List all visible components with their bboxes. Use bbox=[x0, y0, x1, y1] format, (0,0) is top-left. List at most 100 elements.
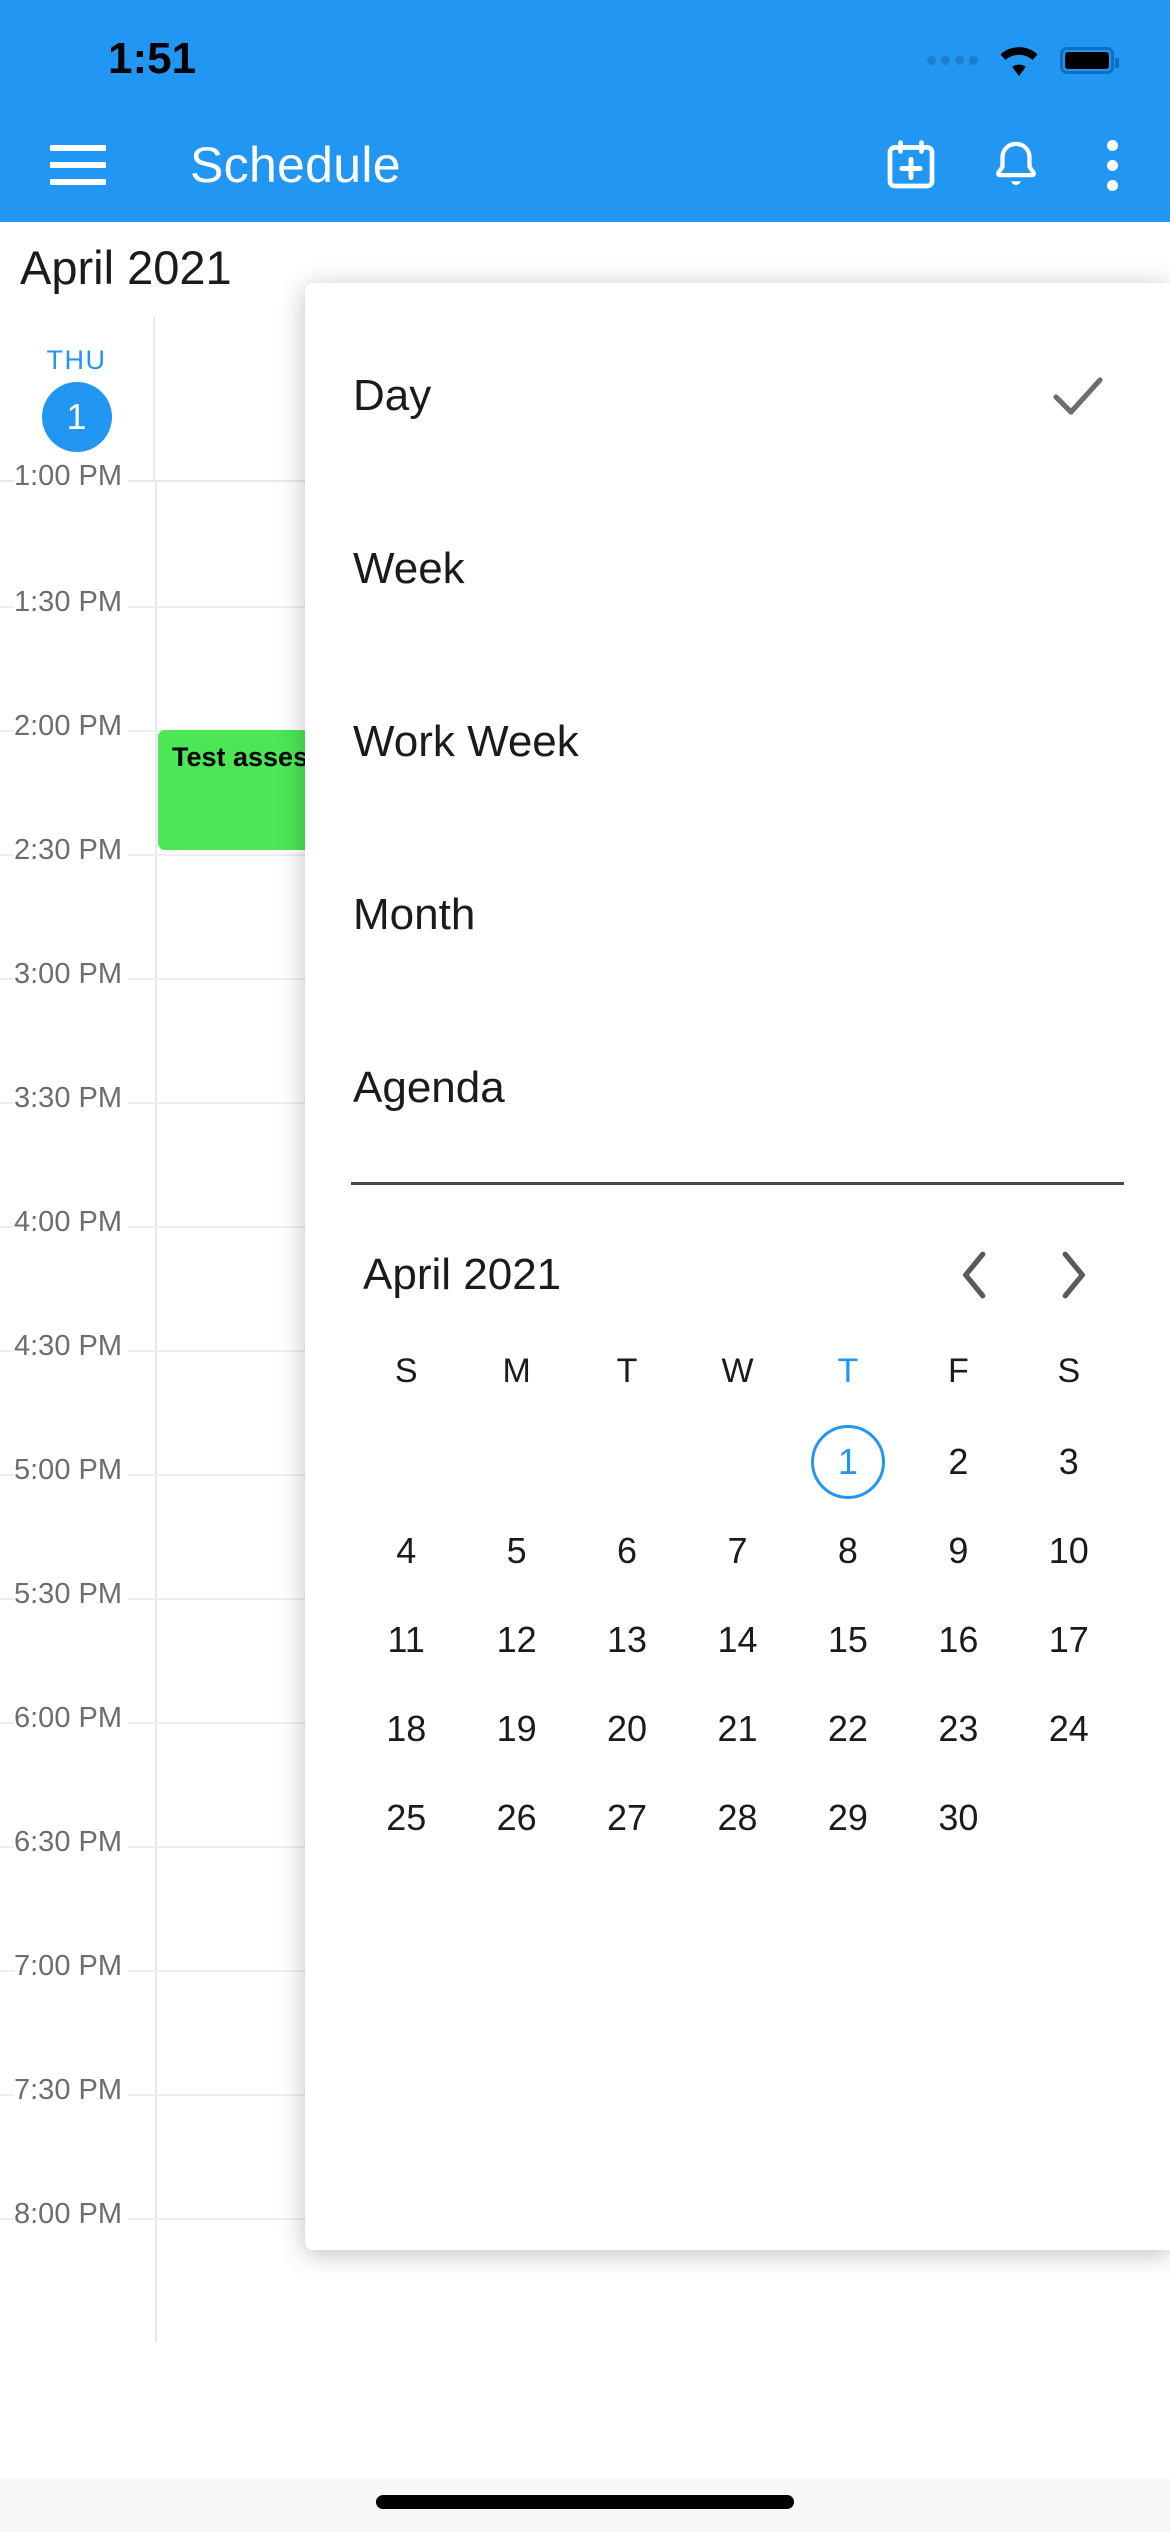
weekday-header: S bbox=[394, 1351, 418, 1390]
day-view-month-label: April 2021 bbox=[20, 241, 232, 294]
time-slot-label: 8:00 PM bbox=[14, 2198, 128, 2231]
time-gutter-line bbox=[155, 1104, 157, 1226]
wifi-icon bbox=[996, 43, 1042, 77]
time-gutter-line bbox=[155, 2096, 157, 2218]
menu-item-week[interactable]: Week bbox=[305, 482, 1170, 655]
date-cell[interactable]: 10 bbox=[1014, 1506, 1124, 1595]
time-slot-label: 5:00 PM bbox=[14, 1454, 128, 1487]
time-gutter-line bbox=[155, 1476, 157, 1598]
time-gutter-line bbox=[155, 980, 157, 1102]
battery-icon bbox=[1060, 46, 1119, 74]
chevron-left-icon[interactable] bbox=[950, 1243, 1000, 1307]
menu-item-label: Week bbox=[353, 543, 465, 593]
date-cell[interactable]: 1 bbox=[793, 1417, 903, 1506]
weekday-header: T bbox=[616, 1351, 638, 1390]
mini-calendar-weekday-row: SMTWTFS bbox=[351, 1325, 1124, 1417]
time-gutter-line bbox=[155, 1724, 157, 1846]
menu-item-label: Month bbox=[353, 889, 476, 939]
date-cell[interactable]: 8 bbox=[793, 1506, 903, 1595]
weekday-header: W bbox=[721, 1351, 754, 1390]
date-cell[interactable]: 28 bbox=[682, 1773, 792, 1862]
date-cell[interactable]: 9 bbox=[903, 1506, 1013, 1595]
view-menu-list: Day Week Work Week Month Agenda bbox=[305, 283, 1170, 1174]
time-slot-label: 2:00 PM bbox=[14, 710, 128, 743]
date-cell[interactable]: 14 bbox=[682, 1595, 792, 1684]
date-cell[interactable]: 24 bbox=[1014, 1684, 1124, 1773]
date-cell[interactable]: 15 bbox=[793, 1595, 903, 1684]
time-slot-label: 4:30 PM bbox=[14, 1330, 128, 1363]
menu-item-label: Agenda bbox=[353, 1062, 505, 1112]
hamburger-menu-icon[interactable] bbox=[50, 145, 106, 185]
menu-item-work-week[interactable]: Work Week bbox=[305, 655, 1170, 828]
date-cell[interactable]: 6 bbox=[572, 1506, 682, 1595]
signal-dots-icon bbox=[927, 55, 978, 65]
time-slot-label: 3:30 PM bbox=[14, 1082, 128, 1115]
time-slot-label: 2:30 PM bbox=[14, 834, 128, 867]
time-gutter-line bbox=[155, 608, 157, 730]
status-bar-clock: 1:51 bbox=[108, 34, 197, 83]
time-gutter-line bbox=[155, 482, 157, 606]
weekday-header: M bbox=[502, 1351, 531, 1390]
time-gutter-line bbox=[155, 732, 157, 854]
weekday-header: T bbox=[837, 1351, 859, 1390]
date-cell[interactable]: 22 bbox=[793, 1684, 903, 1773]
menu-item-agenda[interactable]: Agenda bbox=[305, 1001, 1170, 1174]
date-cell-empty bbox=[351, 1417, 461, 1506]
day-header-weekday: THU bbox=[46, 345, 107, 375]
date-cell[interactable]: 2 bbox=[903, 1417, 1013, 1506]
date-cell[interactable]: 17 bbox=[1014, 1595, 1124, 1684]
chevron-right-icon[interactable] bbox=[1048, 1243, 1098, 1307]
date-cell[interactable]: 20 bbox=[572, 1684, 682, 1773]
day-header-daynumber: 1 bbox=[41, 382, 112, 452]
day-header-column[interactable]: THU 1 bbox=[0, 317, 155, 480]
date-cell[interactable]: 16 bbox=[903, 1595, 1013, 1684]
menu-item-month[interactable]: Month bbox=[305, 828, 1170, 1001]
time-slot-label: 1:30 PM bbox=[14, 586, 128, 619]
status-bar: 1:51 bbox=[0, 0, 1170, 108]
date-cell[interactable]: 12 bbox=[461, 1595, 571, 1684]
checkmark-icon bbox=[1052, 375, 1104, 417]
app-bar: Schedule bbox=[0, 108, 1170, 222]
app-bar-actions bbox=[883, 137, 1132, 193]
date-cell[interactable]: 29 bbox=[793, 1773, 903, 1862]
mini-calendar-title: April 2021 bbox=[363, 1250, 562, 1299]
date-cell[interactable]: 30 bbox=[903, 1773, 1013, 1862]
mini-calendar: April 2021 SMTWTFS 1 2 3 4 5 6 7 8 9 10 11 12 13 bbox=[305, 1185, 1170, 1862]
view-selector-popup: Day Week Work Week Month Agenda April 2021 bbox=[305, 283, 1170, 2250]
date-cell[interactable]: 3 bbox=[1014, 1417, 1124, 1506]
time-slot-label: 3:00 PM bbox=[14, 958, 128, 991]
status-bar-indicators bbox=[927, 43, 1119, 77]
notifications-bell-icon[interactable] bbox=[989, 137, 1043, 193]
date-cell[interactable]: 13 bbox=[572, 1595, 682, 1684]
date-cell[interactable]: 18 bbox=[351, 1684, 461, 1773]
date-cell[interactable]: 26 bbox=[461, 1773, 571, 1862]
date-cell[interactable]: 19 bbox=[461, 1684, 571, 1773]
mini-calendar-date-grid[interactable]: 1 2 3 4 5 6 7 8 9 10 11 12 13 14 15 16 17 18 19 20 21 22 23 24 2… bbox=[351, 1417, 1124, 1862]
page-title: Schedule bbox=[190, 137, 401, 193]
overflow-menu-icon[interactable] bbox=[1093, 139, 1132, 191]
add-event-icon[interactable] bbox=[883, 137, 939, 193]
menu-item-label: Day bbox=[353, 370, 432, 420]
time-slot-label: 5:30 PM bbox=[14, 1578, 128, 1611]
weekday-header: S bbox=[1057, 1351, 1081, 1390]
date-cell[interactable]: 7 bbox=[682, 1506, 792, 1595]
weekday-header: F bbox=[947, 1351, 969, 1390]
date-cell[interactable]: 11 bbox=[351, 1595, 461, 1684]
time-slot-label: 7:30 PM bbox=[14, 2074, 128, 2107]
date-cell[interactable]: 21 bbox=[682, 1684, 792, 1773]
date-cell-empty bbox=[682, 1417, 792, 1506]
date-cell[interactable]: 5 bbox=[461, 1506, 571, 1595]
time-gutter-line bbox=[155, 1848, 157, 1970]
date-cell-empty bbox=[572, 1417, 682, 1506]
time-gutter-line bbox=[155, 1228, 157, 1350]
date-cell[interactable]: 4 bbox=[351, 1506, 461, 1595]
date-cell[interactable]: 23 bbox=[903, 1684, 1013, 1773]
home-indicator[interactable] bbox=[376, 2495, 794, 2509]
time-slot-label: 7:00 PM bbox=[14, 1950, 128, 1983]
date-cell[interactable]: 27 bbox=[572, 1773, 682, 1862]
menu-item-day[interactable]: Day bbox=[305, 309, 1170, 482]
date-cell[interactable]: 25 bbox=[351, 1773, 461, 1862]
bottom-safe-area bbox=[0, 2478, 1170, 2532]
date-cell-empty bbox=[461, 1417, 571, 1506]
time-gutter-line bbox=[155, 1600, 157, 1722]
